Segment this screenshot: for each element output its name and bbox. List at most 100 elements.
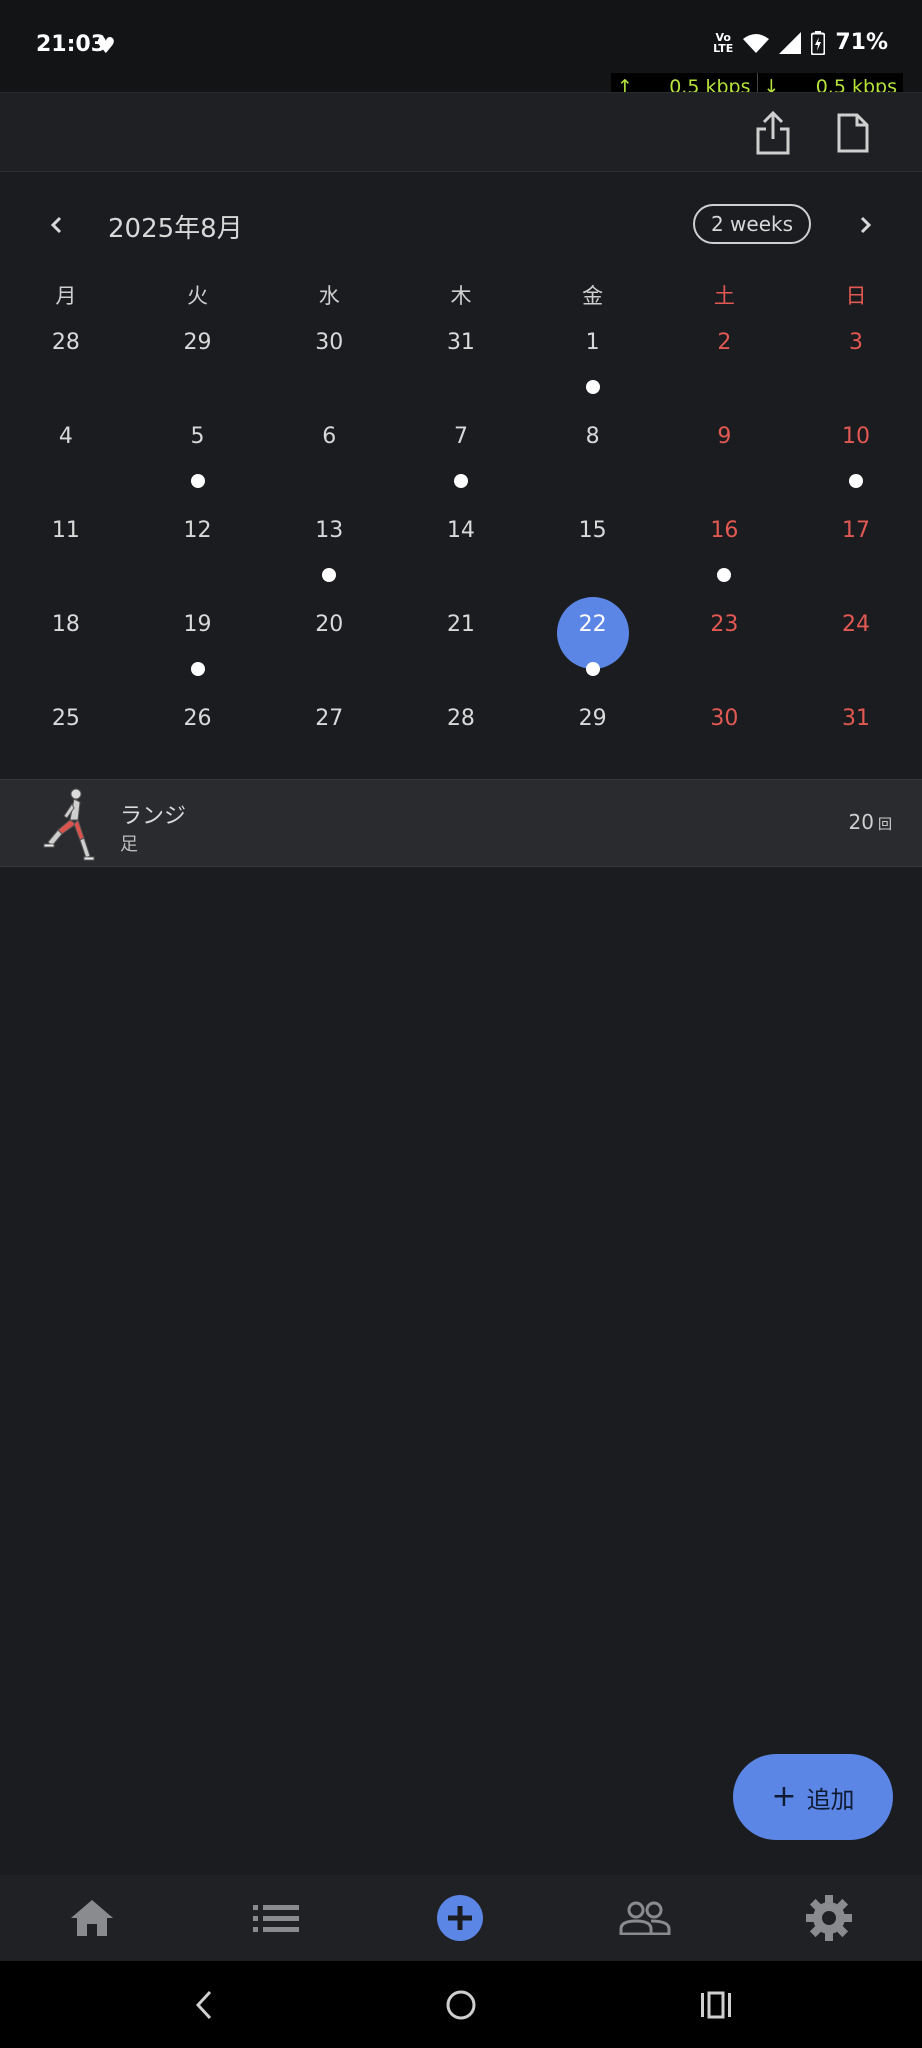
battery-percent: 71% bbox=[835, 30, 888, 55]
day-number: 29 bbox=[578, 706, 607, 731]
day-cell[interactable]: 11 bbox=[0, 518, 132, 543]
day-cell-selected[interactable]: 22 bbox=[527, 597, 659, 676]
day-cell[interactable]: 17 bbox=[790, 518, 922, 543]
home-circle-icon bbox=[446, 1990, 476, 2020]
day-number: 12 bbox=[183, 518, 212, 543]
day-number: 17 bbox=[842, 518, 871, 543]
event-dot bbox=[322, 568, 337, 582]
system-home-button[interactable] bbox=[443, 1987, 479, 2023]
back-icon bbox=[195, 1990, 212, 2020]
weekday-label: 水 bbox=[318, 284, 340, 308]
rep-count: 20 bbox=[848, 810, 874, 834]
day-cell[interactable]: 2 bbox=[659, 330, 791, 355]
lunge-figure-icon bbox=[43, 788, 95, 861]
day-cell[interactable]: 1 bbox=[527, 330, 659, 394]
weekday-label: 金 bbox=[582, 284, 604, 308]
day-cell[interactable]: 16 bbox=[659, 518, 791, 582]
nav-settings[interactable] bbox=[801, 1890, 857, 1946]
day-number: 28 bbox=[51, 330, 80, 355]
day-cell[interactable]: 30 bbox=[263, 330, 395, 355]
plus-icon: + bbox=[771, 1779, 797, 1814]
system-recents-button[interactable] bbox=[698, 1987, 734, 2023]
day-cell[interactable]: 10 bbox=[790, 424, 922, 488]
day-number: 23 bbox=[710, 612, 739, 637]
day-number: 16 bbox=[710, 518, 739, 543]
share-button[interactable] bbox=[749, 109, 797, 157]
day-cell[interactable]: 3 bbox=[790, 330, 922, 355]
day-cell[interactable]: 7 bbox=[395, 424, 527, 488]
nav-add[interactable] bbox=[432, 1890, 488, 1946]
exercise-category: 足 bbox=[120, 834, 138, 855]
home-icon bbox=[71, 1900, 113, 1936]
day-number: 20 bbox=[315, 612, 344, 637]
event-dot bbox=[190, 474, 205, 488]
weekday-label: 火 bbox=[187, 284, 209, 308]
nav-list[interactable] bbox=[248, 1890, 304, 1946]
day-number: 4 bbox=[58, 424, 73, 449]
calendar-grid: 月 火 水 木 金 土 日 28 29 30 31 1 2 3 4 5 6 7 … bbox=[0, 272, 922, 790]
day-number: 15 bbox=[578, 518, 607, 543]
system-back-button[interactable] bbox=[186, 1987, 222, 2023]
day-cell[interactable]: 14 bbox=[395, 518, 527, 543]
settings-icon bbox=[806, 1895, 852, 1941]
day-cell[interactable]: 27 bbox=[263, 706, 395, 731]
month-label: 2025年8月 bbox=[108, 214, 243, 244]
day-cell[interactable]: 12 bbox=[132, 518, 264, 543]
weekday-label: 月 bbox=[55, 284, 77, 308]
day-cell[interactable]: 31 bbox=[395, 330, 527, 355]
day-cell[interactable]: 20 bbox=[263, 612, 395, 637]
day-cell[interactable]: 6 bbox=[263, 424, 395, 449]
day-number: 2 bbox=[717, 330, 732, 355]
day-number: 3 bbox=[849, 330, 864, 355]
nav-home[interactable] bbox=[64, 1890, 120, 1946]
day-cell[interactable]: 29 bbox=[527, 706, 659, 731]
day-cell[interactable]: 13 bbox=[263, 518, 395, 582]
status-indicators: Vo LTE 71% bbox=[713, 30, 888, 55]
day-cell[interactable]: 8 bbox=[527, 424, 659, 449]
day-number: 25 bbox=[51, 706, 80, 731]
volte-icon: Vo LTE bbox=[713, 30, 734, 55]
bottom-navigation bbox=[0, 1875, 922, 1961]
day-number: 30 bbox=[315, 330, 344, 355]
day-cell[interactable]: 31 bbox=[790, 706, 922, 731]
event-dot bbox=[585, 380, 600, 394]
add-button-label: 追加 bbox=[806, 1785, 855, 1814]
day-number: 19 bbox=[183, 612, 212, 637]
day-cell[interactable]: 28 bbox=[395, 706, 527, 731]
weekday-row: 月 火 水 木 金 土 日 bbox=[0, 272, 922, 320]
document-button[interactable] bbox=[829, 109, 877, 157]
exercise-name: ランジ bbox=[120, 804, 187, 829]
day-cell[interactable]: 23 bbox=[659, 612, 791, 637]
workout-list-item[interactable]: ランジ 足 20 回 bbox=[0, 779, 922, 867]
day-cell[interactable]: 29 bbox=[132, 330, 264, 355]
day-cell[interactable]: 21 bbox=[395, 612, 527, 637]
nav-people[interactable] bbox=[617, 1890, 673, 1946]
day-cell[interactable]: 24 bbox=[790, 612, 922, 637]
format-toggle-button[interactable]: 2 weeks bbox=[693, 204, 811, 244]
day-number: 8 bbox=[585, 424, 600, 449]
day-cell[interactable]: 9 bbox=[659, 424, 791, 449]
battery-icon bbox=[811, 30, 826, 55]
list-icon bbox=[253, 1905, 299, 1932]
day-cell[interactable]: 15 bbox=[527, 518, 659, 543]
weekday-label: 木 bbox=[450, 284, 472, 308]
weekday-label: 日 bbox=[845, 284, 867, 308]
day-number: 9 bbox=[717, 424, 732, 449]
day-cell[interactable]: 25 bbox=[0, 706, 132, 731]
day-cell[interactable]: 18 bbox=[0, 612, 132, 637]
calendar-header: 2025年8月 2 weeks bbox=[0, 196, 922, 254]
add-button[interactable]: + 追加 bbox=[733, 1754, 893, 1840]
day-cell[interactable]: 26 bbox=[132, 706, 264, 731]
day-number: 10 bbox=[842, 424, 871, 449]
day-cell[interactable]: 5 bbox=[132, 424, 264, 488]
next-month-button[interactable] bbox=[848, 208, 882, 242]
rep-unit: 回 bbox=[878, 817, 892, 833]
day-cell[interactable]: 19 bbox=[132, 612, 264, 676]
day-cell[interactable]: 28 bbox=[0, 330, 132, 355]
event-dot bbox=[585, 662, 600, 676]
day-cell[interactable]: 4 bbox=[0, 424, 132, 449]
heart-icon: ♥ bbox=[96, 34, 116, 59]
day-cell[interactable]: 30 bbox=[659, 706, 791, 731]
week-row: 11 12 13 14 15 16 17 bbox=[0, 508, 922, 602]
previous-month-button[interactable] bbox=[40, 208, 74, 242]
